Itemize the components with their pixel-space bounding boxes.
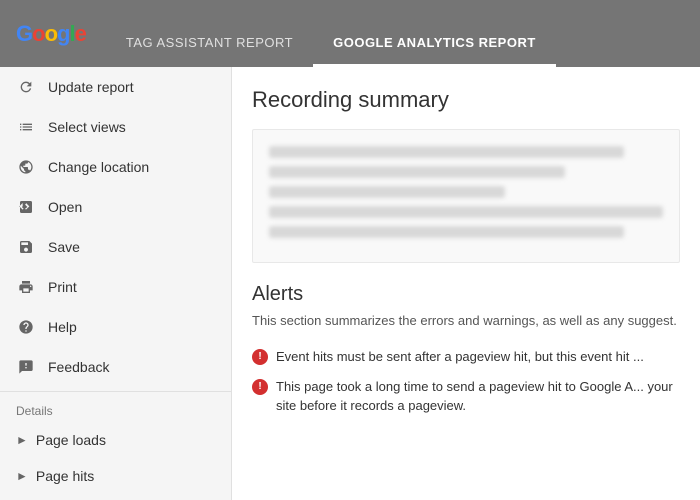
sidebar-item-label: Open: [48, 199, 82, 215]
sidebar-item-label: Change location: [48, 159, 149, 175]
help-icon: [16, 317, 36, 337]
sidebar: Update report Select views Change locati…: [0, 67, 232, 500]
sidebar-item-event-hits[interactable]: ► Event hits: [0, 494, 231, 500]
sidebar-item-help[interactable]: Help: [0, 307, 231, 347]
chevron-right-icon: ►: [16, 469, 28, 483]
sidebar-divider: [0, 391, 231, 392]
details-label: Details: [0, 396, 231, 422]
sidebar-item-feedback[interactable]: Feedback: [0, 347, 231, 387]
header: Google TAG ASSISTANT REPORT GOOGLE ANALY…: [0, 0, 700, 67]
sidebar-item-update-report[interactable]: Update report: [0, 67, 231, 107]
sidebar-item-select-views[interactable]: Select views: [0, 107, 231, 147]
tab-tag-assistant[interactable]: TAG ASSISTANT REPORT: [106, 35, 313, 67]
alert-text-2: This page took a long time to send a pag…: [276, 378, 680, 414]
layout: Update report Select views Change locati…: [0, 67, 700, 500]
sidebar-expandable-label: Page hits: [36, 468, 94, 484]
refresh-icon: [16, 77, 36, 97]
print-icon: [16, 277, 36, 297]
sidebar-item-label: Feedback: [48, 359, 109, 375]
blur-line-5: [269, 226, 624, 238]
sidebar-item-label: Select views: [48, 119, 126, 135]
sidebar-item-label: Print: [48, 279, 77, 295]
error-icon-2: !: [252, 379, 268, 395]
alert-item-1: ! Event hits must be sent after a pagevi…: [252, 342, 680, 372]
sidebar-item-page-loads[interactable]: ► Page loads: [0, 422, 231, 458]
blur-line-2: [269, 166, 565, 178]
alert-text-1: Event hits must be sent after a pageview…: [276, 348, 644, 366]
sidebar-item-page-hits[interactable]: ► Page hits: [0, 458, 231, 494]
feedback-icon: [16, 357, 36, 377]
sidebar-expandable-label: Page loads: [36, 432, 106, 448]
logo-text: Google: [16, 21, 86, 47]
sidebar-item-open[interactable]: Open: [0, 187, 231, 227]
open-icon: [16, 197, 36, 217]
recording-summary-title: Recording summary: [252, 87, 680, 113]
blur-line-1: [269, 146, 624, 158]
recording-summary-blurred: [252, 129, 680, 263]
alert-item-2: ! This page took a long time to send a p…: [252, 372, 680, 420]
blur-line-4: [269, 206, 663, 218]
globe-icon: [16, 157, 36, 177]
google-logo: Google: [16, 21, 86, 47]
list-icon: [16, 117, 36, 137]
tab-google-analytics[interactable]: GOOGLE ANALYTICS REPORT: [313, 35, 556, 67]
save-icon: [16, 237, 36, 257]
error-icon-1: !: [252, 349, 268, 365]
sidebar-item-change-location[interactable]: Change location: [0, 147, 231, 187]
chevron-right-icon: ►: [16, 433, 28, 447]
sidebar-item-label: Update report: [48, 79, 134, 95]
blur-line-3: [269, 186, 505, 198]
sidebar-item-label: Save: [48, 239, 80, 255]
sidebar-item-print[interactable]: Print: [0, 267, 231, 307]
nav-tabs: TAG ASSISTANT REPORT GOOGLE ANALYTICS RE…: [106, 0, 556, 67]
sidebar-item-save[interactable]: Save: [0, 227, 231, 267]
alerts-description: This section summarizes the errors and w…: [252, 312, 680, 330]
main-content: Recording summary Alerts This section su…: [232, 67, 700, 500]
alerts-title: Alerts: [252, 283, 680, 306]
sidebar-item-label: Help: [48, 319, 77, 335]
